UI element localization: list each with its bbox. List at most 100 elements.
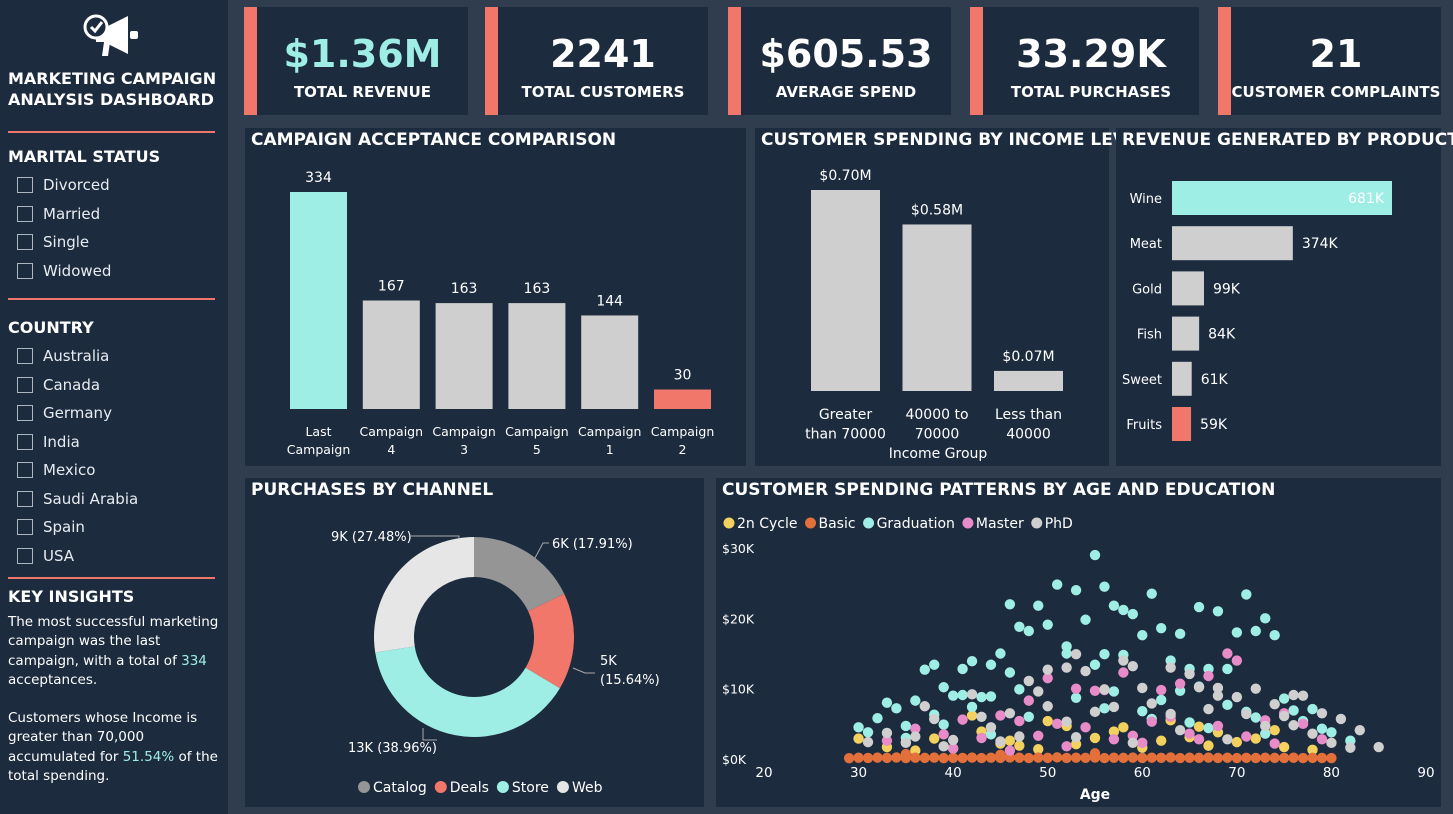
scatter-point	[929, 733, 940, 744]
scatter-point	[1288, 752, 1299, 763]
scatter-point	[1326, 737, 1337, 749]
checkbox[interactable]	[17, 462, 33, 479]
scatter-point	[1193, 682, 1205, 693]
scatter-point	[881, 697, 893, 708]
checkbox[interactable]	[17, 205, 33, 222]
checkbox[interactable]	[17, 490, 33, 507]
x-tick-label: 50	[1039, 765, 1056, 781]
checkbox[interactable]	[17, 348, 33, 365]
scatter-point	[1222, 663, 1233, 675]
bar-value-label: 99K	[1213, 281, 1241, 297]
scatter-point	[929, 659, 940, 670]
scatter-point	[1203, 740, 1214, 751]
marital-status-title: MARITAL STATUS	[8, 147, 161, 166]
scatter-point	[1033, 752, 1044, 763]
bar-value-label: 334	[305, 170, 332, 186]
income-spending-panel: CUSTOMER SPENDING BY INCOME LEVEL $0.70M…	[755, 128, 1148, 466]
key-insights-title: KEY INSIGHTS	[8, 587, 135, 606]
filter-option-germany[interactable]: Germany	[17, 399, 138, 428]
filter-option-widowed[interactable]: Widowed	[17, 257, 111, 286]
product-bar	[1172, 316, 1200, 351]
scatter-point	[1184, 717, 1195, 728]
scatter-point	[1014, 740, 1025, 751]
scatter-point	[1146, 698, 1157, 709]
checkbox[interactable]	[17, 376, 33, 393]
scatter-point	[976, 752, 987, 764]
checkbox[interactable]	[17, 262, 33, 279]
filter-option-usa[interactable]: USA	[17, 542, 138, 571]
slice-label: 5K	[600, 654, 617, 669]
scatter-point	[957, 663, 968, 675]
y-tick-label: $30K	[722, 541, 755, 556]
legend-label: Basic	[819, 516, 856, 532]
scatter-point	[957, 752, 968, 764]
bar-value-label: 681K	[1348, 191, 1385, 207]
scatter-point	[919, 752, 930, 764]
filter-option-label: Widowed	[43, 261, 112, 280]
kpi-value: $1.36M	[283, 32, 442, 76]
age-education-panel: CUSTOMER SPENDING PATTERNS BY AGE AND ED…	[716, 478, 1441, 807]
x-tick-label: 20	[755, 765, 772, 781]
scatter-point	[1156, 684, 1167, 696]
purchases-by-channel-chart: 6K (17.91%) 5K (15.64%) 13K (38.96%) 9K (27.…	[331, 530, 660, 796]
checkbox[interactable]	[17, 177, 33, 194]
scatter-point	[1156, 694, 1167, 706]
bar-value-label: 59K	[1200, 417, 1228, 433]
income-bar	[811, 190, 880, 391]
filter-option-single[interactable]: Single	[17, 228, 111, 257]
app-title: MARKETING CAMPAIGN ANALYSIS DASHBOARD	[8, 69, 217, 109]
product-revenue-panel: REVENUE GENERATED BY PRODUCTS Wine 681K Me…	[1116, 128, 1453, 466]
checkbox[interactable]	[17, 433, 33, 450]
scatter-point	[1269, 752, 1280, 764]
country-title: COUNTRY	[8, 318, 94, 337]
filter-option-married[interactable]: Married	[17, 200, 111, 229]
scatter-point	[1061, 648, 1072, 659]
filter-option-australia[interactable]: Australia	[17, 342, 138, 371]
checkbox[interactable]	[17, 519, 33, 536]
checkbox[interactable]	[17, 547, 33, 564]
filter-option-canada[interactable]: Canada	[17, 371, 138, 400]
scatter-point	[1146, 716, 1157, 727]
filter-option-india[interactable]: India	[17, 428, 138, 457]
scatter-point	[1193, 721, 1205, 732]
category-label: Campaign	[651, 424, 715, 439]
legend-swatch	[805, 517, 816, 529]
scatter-point	[1260, 613, 1271, 624]
scatter-point	[919, 664, 930, 675]
checkbox[interactable]	[17, 405, 33, 422]
filter-option-spain[interactable]: Spain	[17, 513, 138, 542]
scatter-point	[1014, 715, 1025, 727]
category-label: Greater	[819, 407, 873, 423]
category-label: Meat	[1130, 237, 1162, 252]
scatter-point	[1099, 752, 1110, 764]
scatter-point	[1241, 708, 1252, 720]
scatter-point	[1042, 619, 1053, 630]
scatter-point	[1241, 731, 1252, 742]
filter-option-mexico[interactable]: Mexico	[17, 456, 138, 485]
scatter-point	[1222, 699, 1233, 711]
category-label: 2	[679, 442, 687, 457]
scatter-point	[1023, 752, 1034, 764]
campaign-bar	[654, 389, 711, 409]
filter-option-divorced[interactable]: Divorced	[17, 171, 111, 200]
product-bar	[1172, 226, 1293, 261]
x-tick-label: 40	[945, 765, 962, 781]
scatter-point	[1033, 686, 1044, 697]
y-tick-label: $10K	[722, 682, 755, 697]
scatter-point	[1042, 715, 1053, 727]
scatter-point	[1051, 752, 1063, 763]
scatter-point	[976, 732, 987, 744]
category-label: Fish	[1137, 328, 1162, 343]
insight-1: The most successful marketing campaign w…	[8, 613, 220, 690]
kpi-label: AVERAGE SPEND	[775, 83, 917, 101]
checkbox[interactable]	[17, 234, 33, 251]
filter-option-saudi-arabia[interactable]: Saudi Arabia	[17, 485, 138, 514]
kpi-accent	[244, 7, 257, 115]
scatter-point	[1269, 630, 1280, 641]
scatter-point	[853, 752, 864, 763]
scatter-point	[1137, 705, 1148, 717]
legend-swatch	[962, 517, 974, 529]
bar-value-label: $0.58M	[911, 202, 963, 218]
x-tick-label: 30	[850, 765, 867, 781]
scatter-point	[1193, 734, 1205, 745]
